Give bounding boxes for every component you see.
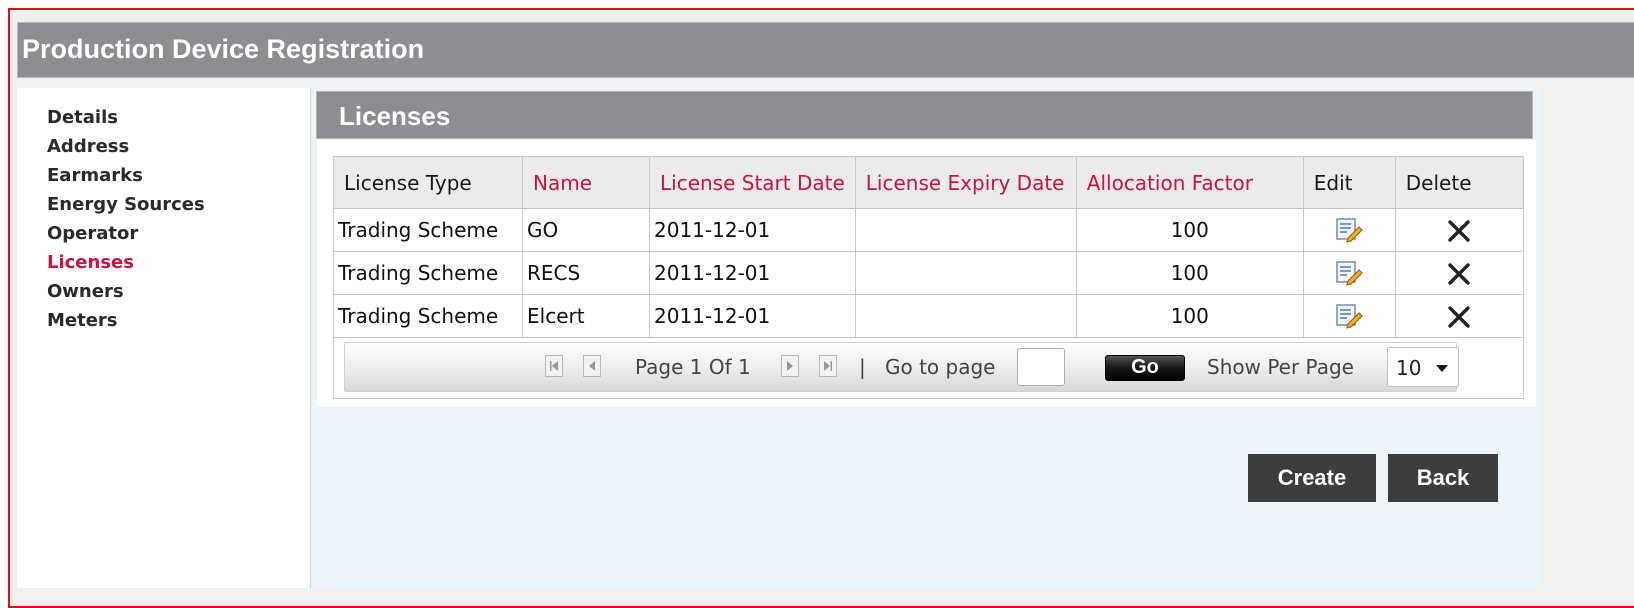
cell-expiry-date <box>854 208 1077 252</box>
cell-license-type: Trading Scheme <box>333 208 523 252</box>
column-header-license-type: License Type <box>333 156 523 209</box>
sidebar-item-details[interactable]: Details <box>47 103 205 132</box>
cell-name: GO <box>522 208 650 252</box>
sidebar-item-meters[interactable]: Meters <box>47 306 205 335</box>
table-row: Trading Scheme Elcert 2011-12-01 100 <box>333 294 1524 338</box>
close-x-icon[interactable] <box>1447 219 1471 243</box>
last-page-icon[interactable] <box>819 355 837 377</box>
cell-start-date: 2011-12-01 <box>649 208 856 252</box>
licenses-grid-container: License Type Name License Start Date Lic… <box>317 140 1536 407</box>
cell-name: RECS <box>522 251 650 295</box>
cell-start-date: 2011-12-01 <box>649 251 856 295</box>
back-button[interactable]: Back <box>1388 454 1498 502</box>
sidebar-item-licenses[interactable]: Licenses <box>47 248 205 277</box>
edit-note-icon[interactable] <box>1334 216 1364 244</box>
create-button[interactable]: Create <box>1248 454 1376 502</box>
edit-note-icon[interactable] <box>1334 302 1364 330</box>
close-x-icon[interactable] <box>1447 262 1471 286</box>
per-page-label: Show Per Page <box>1207 355 1354 379</box>
edit-note-icon[interactable] <box>1334 259 1364 287</box>
cell-start-date: 2011-12-01 <box>649 294 856 338</box>
cell-edit <box>1302 251 1396 295</box>
column-header-edit: Edit <box>1302 156 1396 209</box>
column-header-start-date[interactable]: License Start Date <box>649 156 856 209</box>
pager-separator: | <box>859 355 866 379</box>
pager-row: Page 1 Of 1 | Go to page Go Show Per Pag… <box>333 337 1524 399</box>
cell-edit <box>1302 208 1396 252</box>
cell-expiry-date <box>854 251 1077 295</box>
first-page-icon[interactable] <box>545 355 563 377</box>
cell-allocation-factor: 100 <box>1075 208 1304 252</box>
sidebar: Details Address Earmarks Energy Sources Oper… <box>17 88 311 588</box>
goto-page-label: Go to page <box>885 355 996 379</box>
cell-license-type: Trading Scheme <box>333 251 523 295</box>
table-row: Trading Scheme GO 2011-12-01 100 <box>333 208 1524 252</box>
cell-delete <box>1394 251 1524 295</box>
cell-name: Elcert <box>522 294 650 338</box>
table-row: Trading Scheme RECS 2011-12-01 100 <box>333 251 1524 295</box>
go-button[interactable]: Go <box>1105 355 1185 381</box>
page-title-bar: Production Device Registration <box>17 22 1634 78</box>
sidebar-item-energy-sources[interactable]: Energy Sources <box>47 190 205 219</box>
cell-allocation-factor: 100 <box>1075 251 1304 295</box>
column-header-expiry-date[interactable]: License Expiry Date <box>854 156 1077 209</box>
sidebar-item-earmarks[interactable]: Earmarks <box>47 161 205 190</box>
table-header-row: License Type Name License Start Date Lic… <box>333 156 1524 209</box>
sidebar-item-address[interactable]: Address <box>47 132 205 161</box>
cell-license-type: Trading Scheme <box>333 294 523 338</box>
section-header: Licenses <box>316 91 1533 139</box>
column-header-allocation-factor[interactable]: Allocation Factor <box>1075 156 1304 209</box>
sidebar-item-operator[interactable]: Operator <box>47 219 205 248</box>
main-content: Licenses License Type Name License Start… <box>311 88 1541 588</box>
licenses-table: License Type Name License Start Date Lic… <box>333 156 1524 399</box>
sidebar-nav: Details Address Earmarks Energy Sources Oper… <box>47 103 205 335</box>
cell-delete <box>1394 294 1524 338</box>
cell-delete <box>1394 208 1524 252</box>
per-page-select[interactable]: 10 <box>1387 347 1459 387</box>
page-title: Production Device Registration <box>22 34 425 64</box>
sidebar-item-owners[interactable]: Owners <box>47 277 205 306</box>
pager: Page 1 Of 1 | Go to page Go Show Per Pag… <box>344 342 1459 392</box>
cell-edit <box>1302 294 1396 338</box>
cell-allocation-factor: 100 <box>1075 294 1304 338</box>
next-page-icon[interactable] <box>781 355 799 377</box>
page-indicator: Page 1 Of 1 <box>635 355 751 379</box>
goto-page-input[interactable] <box>1017 348 1065 386</box>
section-title: Licenses <box>339 101 451 131</box>
close-x-icon[interactable] <box>1447 305 1471 329</box>
chevron-down-icon <box>1436 365 1448 372</box>
per-page-value: 10 <box>1396 356 1422 380</box>
prev-page-icon[interactable] <box>583 355 601 377</box>
column-header-name[interactable]: Name <box>522 156 650 209</box>
cell-expiry-date <box>854 294 1077 338</box>
column-header-delete: Delete <box>1394 156 1524 209</box>
